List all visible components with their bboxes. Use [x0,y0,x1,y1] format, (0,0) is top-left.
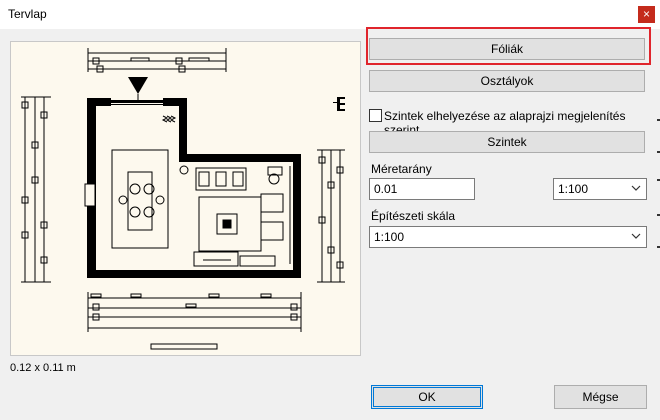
scale-label: Méretarány [371,162,432,176]
architectural-scale-select[interactable]: 1:100 [369,226,647,248]
chevron-down-icon [631,233,641,239]
scale-select-value: 1:100 [558,182,589,196]
ok-button[interactable]: OK [371,385,483,409]
ok-label: OK [418,390,436,404]
cancel-button[interactable]: Mégse [554,385,647,409]
floor-plan-preview [10,41,361,356]
dialog-body: 0.12 x 0.11 m Fóliák Osztályok Szintek e… [0,27,660,420]
szintek-button[interactable]: Szintek [369,131,645,153]
chevron-down-icon [631,185,641,191]
preview-dimensions: 0.12 x 0.11 m [10,362,76,374]
scale-input[interactable]: 0.01 [369,178,475,200]
levels-checkbox[interactable] [369,109,382,122]
architectural-scale-label: Építészeti skála [371,209,456,223]
architectural-scale-value: 1:100 [374,230,405,244]
scale-select[interactable]: 1:100 [553,178,647,200]
osztalyok-button[interactable]: Osztályok [369,70,645,92]
window-title: Tervlap [8,7,47,21]
close-icon: × [642,7,650,21]
title-bar: Tervlap × [0,0,660,29]
floor-plan-drawing [21,48,345,350]
foliak-button[interactable]: Fóliák [369,38,645,60]
close-button[interactable]: × [638,6,655,23]
